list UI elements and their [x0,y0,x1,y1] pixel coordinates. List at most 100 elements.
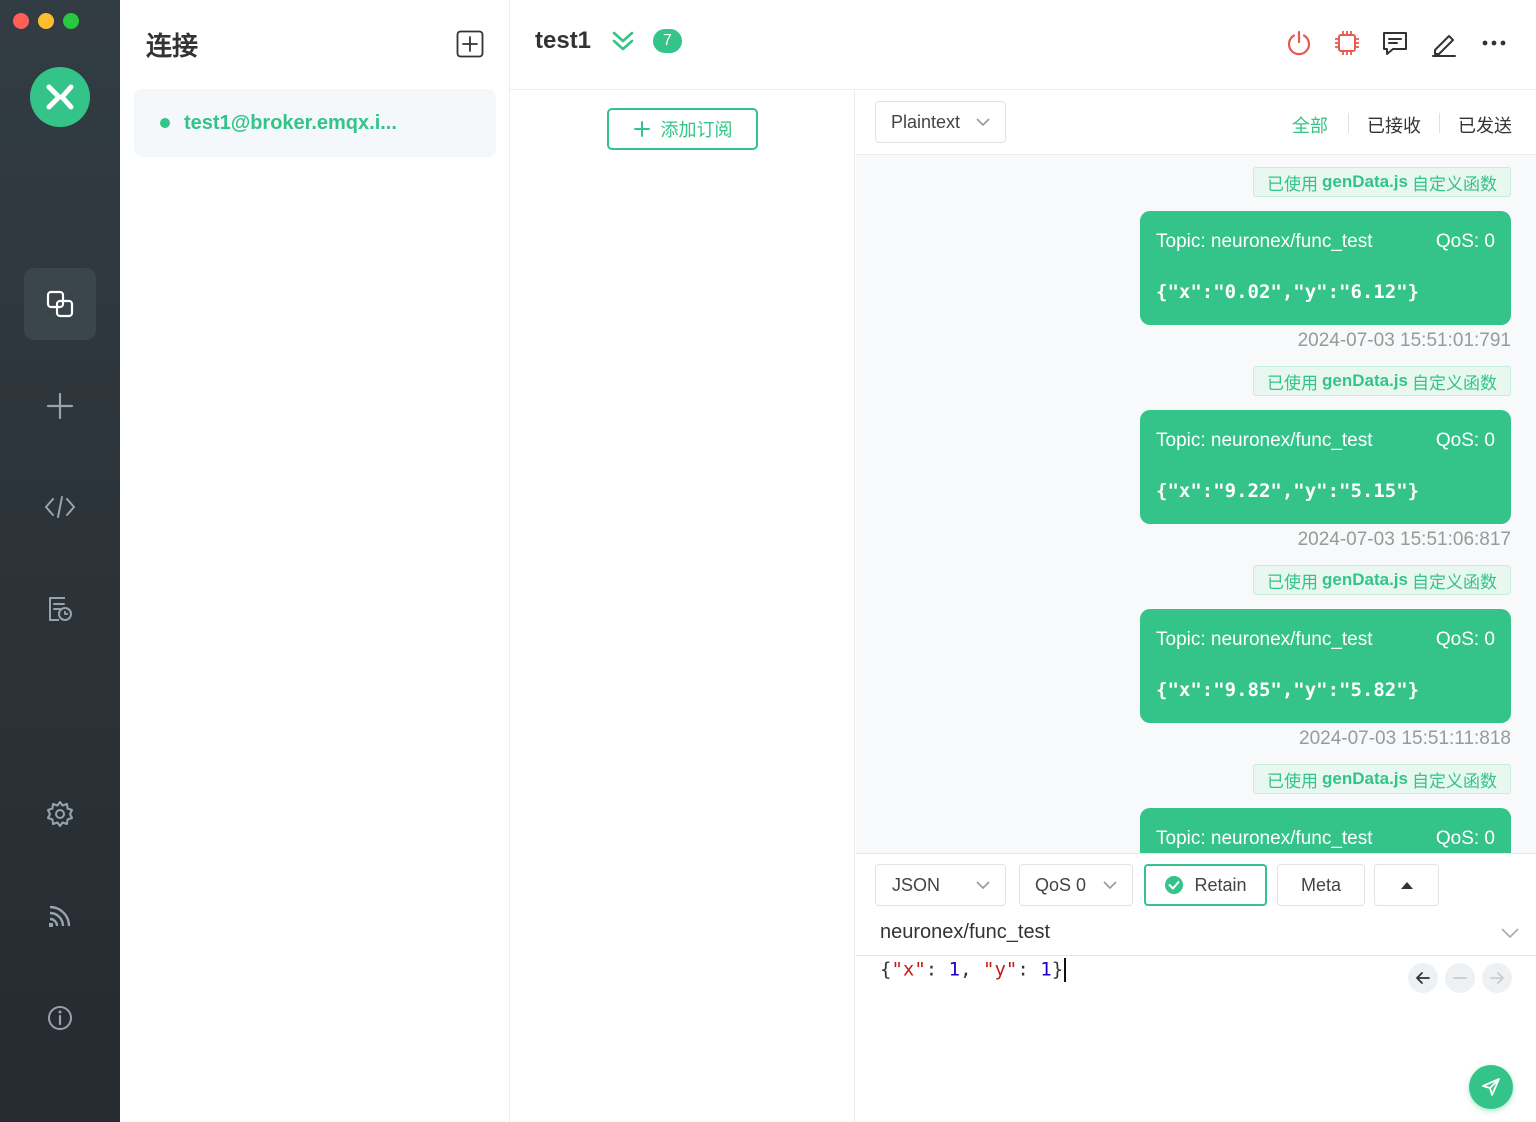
send-button[interactable] [1469,1065,1513,1109]
expand-publish-button[interactable] [1374,864,1439,906]
connection-name: test1 [535,27,592,54]
nav-feed[interactable] [24,880,96,952]
publish-qos-select[interactable]: QoS 0 [1019,864,1133,906]
more-options-button[interactable] [1480,29,1508,57]
filter-received[interactable]: 已接收 [1367,112,1421,138]
edit-icon [1432,35,1456,57]
message-timestamp: 2024-07-03 15:51:01:791 [1297,330,1511,351]
payload-token: : [1017,958,1041,981]
add-subscription-button[interactable]: 添加订阅 [607,108,758,150]
chevron-down-icon [976,881,990,890]
code-icon [45,496,75,518]
message-qos: QoS: 0 [1435,231,1495,252]
nav-settings[interactable] [24,778,96,850]
rss-icon [49,905,71,927]
send-icon [1482,1078,1500,1096]
script-tag-suffix: 自定义函数 [1412,771,1497,791]
message-topic: Topic: neuronex/func_test [1156,828,1373,849]
nav-new-connection[interactable] [24,370,96,442]
connection-item[interactable]: test1@broker.emqx.i... [134,89,496,157]
collapse-button[interactable] [610,28,636,54]
connections-icon [46,290,74,318]
payload-token: { [880,958,892,981]
maximize-window-button[interactable] [63,13,79,29]
publish-format-value: JSON [892,874,941,895]
message-list: Plaintext 全部 已接收 已发送 已使用 genData.js 自定义函数 … [856,91,1536,853]
history-reset-button[interactable] [1445,963,1475,993]
history-forward-button[interactable] [1482,963,1512,993]
topic-history-chevron-icon[interactable] [1500,926,1520,940]
script-tag-suffix: 自定义函数 [1412,373,1497,393]
minimize-window-button[interactable] [38,13,54,29]
plus-icon [46,392,74,420]
publish-payload-editor[interactable]: {"x": 1, "y": 1} [880,958,1067,982]
close-window-button[interactable] [13,13,29,29]
payload-format-value: Plaintext [891,111,961,132]
script-tag-suffix: 自定义函数 [1412,572,1497,592]
message-bubble[interactable]: Topic: neuronex/func_test QoS: 0 [1140,808,1511,853]
log-icon [49,597,72,621]
nav-scripts[interactable] [24,471,96,543]
message-qos: QoS: 0 [1435,430,1495,451]
payload-token: 1 [948,958,961,981]
unread-count-badge: 7 [653,29,682,53]
script-tag-prefix: 已使用 [1267,771,1319,791]
filter-sent[interactable]: 已发送 [1458,112,1512,138]
chip-icon [1335,31,1359,55]
script-tag-prefix: 已使用 [1267,373,1319,393]
nav-logs[interactable] [24,573,96,645]
more-icon [1482,40,1506,46]
arrow-right-icon [1490,972,1504,984]
script-tag: 已使用 genData.js 自定义函数 [1253,764,1511,794]
minus-icon [1453,977,1467,979]
plus-square-icon [456,30,484,58]
connected-status-dot [160,118,170,128]
retain-toggle[interactable]: Retain [1144,864,1267,906]
publish-format-select[interactable]: JSON [875,864,1006,906]
connection-list-title: 连接 [146,31,199,61]
subscriptions-panel: 添加订阅 [510,91,855,1122]
script-tag: 已使用 genData.js 自定义函数 [1253,565,1511,595]
script-tag-prefix: 已使用 [1267,572,1319,592]
chevron-down-icon [1103,881,1117,890]
disconnect-button[interactable] [1285,29,1313,57]
filter-all[interactable]: 全部 [1292,112,1328,138]
script-tag-name: genData.js [1322,371,1408,390]
payload-format-select[interactable]: Plaintext [875,101,1006,143]
left-rail [0,0,120,1122]
message-payload: {"x":"0.02","y":"6.12"} [1156,281,1420,303]
message-bubble[interactable]: Topic: neuronex/func_test QoS: 0 {"x":"9… [1140,410,1511,524]
payload-token: } [1051,958,1064,981]
connection-header: test1 7 [510,0,1536,90]
info-icon [48,1006,72,1030]
script-tag: 已使用 genData.js 自定义函数 [1253,167,1511,197]
meta-button[interactable]: Meta [1277,864,1365,906]
message-bubble[interactable]: Topic: neuronex/func_test QoS: 0 {"x":"0… [1140,211,1511,325]
message-toolbar: Plaintext 全部 已接收 已发送 [856,91,1536,155]
nav-connections[interactable] [24,268,96,340]
window-controls [13,13,79,29]
add-subscription-label: 添加订阅 [660,120,733,140]
add-connection-button[interactable] [456,30,484,58]
history-back-button[interactable] [1408,963,1438,993]
mqttx-logo-icon [46,84,74,110]
message-payload: {"x":"9.85","y":"5.82"} [1156,679,1420,701]
script-button[interactable] [1333,29,1361,57]
publish-topic-input[interactable]: neuronex/func_test [880,921,1050,944]
payload-token: 1 [1040,958,1052,981]
message-log-button[interactable] [1381,29,1409,57]
text-cursor [1064,958,1067,982]
edit-connection-button[interactable] [1430,29,1458,57]
message-timestamp: 2024-07-03 15:51:06:817 [1297,529,1511,550]
arrow-left-icon [1416,972,1430,984]
script-tag-name: genData.js [1322,769,1408,788]
power-icon [1287,30,1311,56]
nav-about[interactable] [24,982,96,1054]
message-bubble[interactable]: Topic: neuronex/func_test QoS: 0 {"x":"9… [1140,609,1511,723]
message-topic: Topic: neuronex/func_test [1156,430,1373,451]
message-topic: Topic: neuronex/func_test [1156,629,1373,650]
script-tag-prefix: 已使用 [1267,174,1319,194]
filter-divider [1439,113,1440,133]
connection-list-panel: 连接 test1@broker.emqx.i... [120,0,510,1122]
script-tag: 已使用 genData.js 自定义函数 [1253,366,1511,396]
